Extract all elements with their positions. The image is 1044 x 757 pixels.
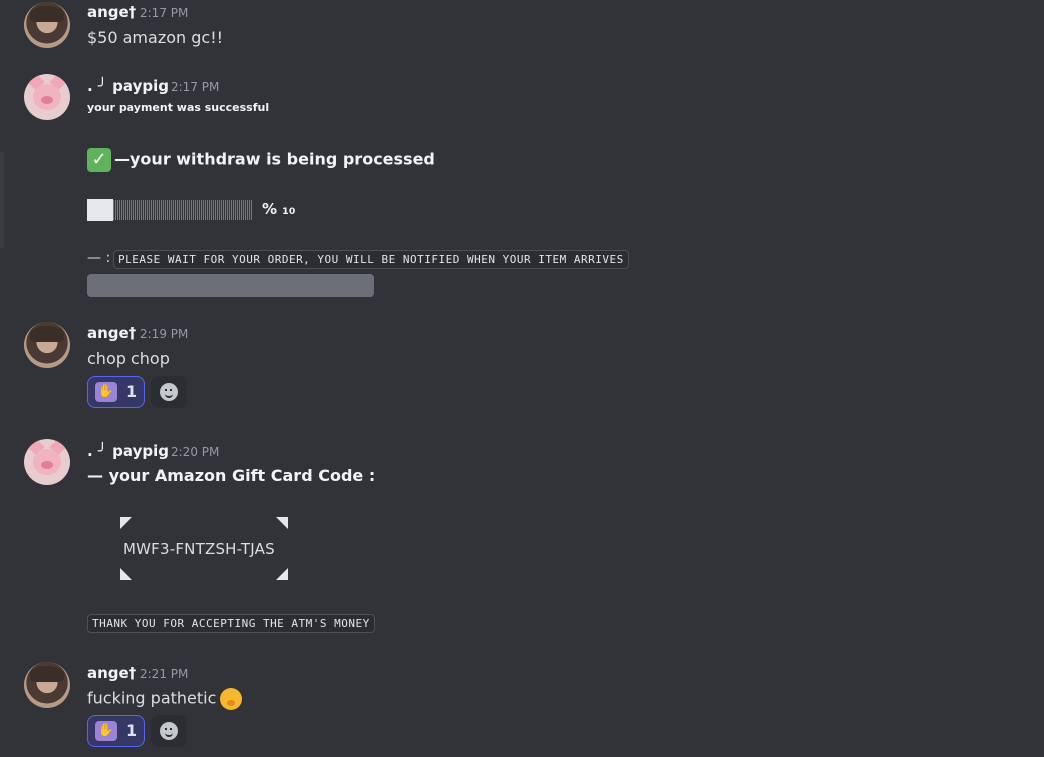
payment-status-text: your payment was successful — [87, 101, 270, 114]
message-text: $50 amazon gc!! — [87, 28, 224, 47]
white-check-mark-icon: ✓ — [87, 148, 111, 172]
timestamp: 2:21 PM — [140, 667, 189, 681]
timestamp: 2:17 PM — [171, 80, 220, 94]
author-name[interactable]: ange† — [87, 664, 136, 682]
hand-over-mouth-emoji-icon — [220, 688, 243, 710]
add-reaction-button[interactable] — [151, 376, 187, 408]
reaction-count: 1 — [126, 382, 138, 401]
order-notice-code: PLEASE WAIT FOR YOUR ORDER, YOU WILL BE … — [113, 250, 629, 269]
praying-figure-emoji-icon: ✋ — [95, 721, 117, 741]
corner-bottom-left-icon — [120, 568, 132, 580]
author-name[interactable]: ange† — [87, 324, 136, 342]
avatar[interactable] — [24, 2, 70, 48]
avatar[interactable] — [24, 439, 70, 485]
progress-bar-fill — [87, 199, 113, 221]
progress-percent: % ₁₀ — [262, 200, 296, 218]
timestamp: 2:20 PM — [171, 445, 220, 459]
avatar[interactable] — [24, 662, 70, 708]
avatar[interactable] — [24, 74, 70, 120]
timestamp: 2:19 PM — [140, 327, 189, 341]
spoiler-block[interactable] — [87, 274, 374, 297]
corner-top-right-icon — [276, 517, 288, 529]
add-reaction-icon — [160, 722, 178, 740]
timestamp: 2:17 PM — [140, 6, 189, 20]
add-reaction-icon — [160, 383, 178, 401]
thank-you-code: THANK YOU FOR ACCEPTING THE ATM'S MONEY — [87, 614, 375, 633]
notice-prefix: — : — [87, 250, 111, 266]
reaction-button[interactable]: ✋ 1 — [87, 376, 145, 408]
message-text: fucking pathetic — [87, 688, 243, 710]
gift-card-code[interactable]: MWF3-FNTZSH-TJAS — [123, 540, 275, 558]
avatar[interactable] — [24, 322, 70, 368]
gift-card-header: — your Amazon Gift Card Code : — [87, 466, 376, 485]
progress-bar-empty — [113, 200, 253, 220]
add-reaction-button[interactable] — [151, 715, 187, 747]
reaction-count: 1 — [126, 721, 138, 740]
praying-figure-emoji-icon: ✋ — [95, 382, 117, 402]
message-text: chop chop — [87, 349, 170, 368]
scroll-edge-divider — [0, 152, 4, 248]
corner-bottom-right-icon — [276, 568, 288, 580]
withdraw-status-line: ✓ —your withdraw is being processed — [87, 148, 435, 172]
author-name[interactable]: . ╯ paypig — [87, 442, 169, 460]
author-name[interactable]: ange† — [87, 3, 136, 21]
author-name[interactable]: . ╯ paypig — [87, 77, 169, 95]
corner-top-left-icon — [120, 517, 132, 529]
reaction-button[interactable]: ✋ 1 — [87, 715, 145, 747]
